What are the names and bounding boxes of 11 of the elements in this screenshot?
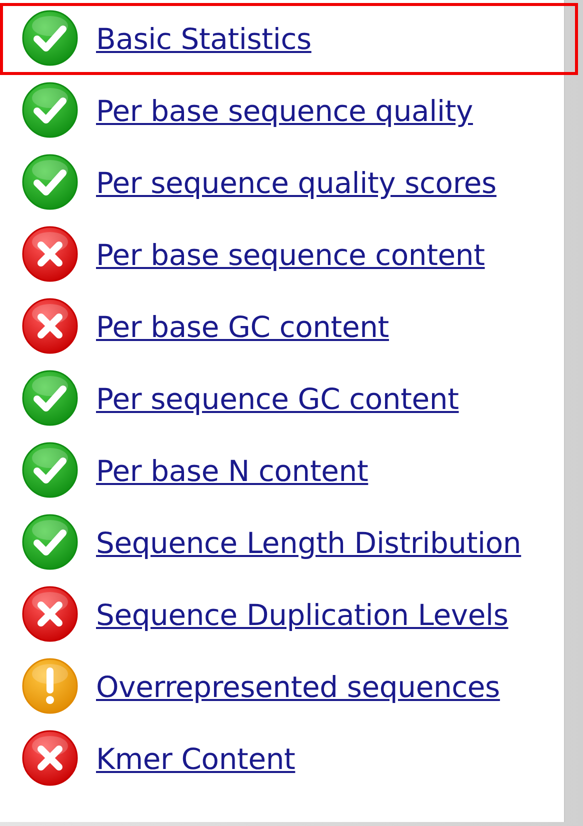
module-link[interactable]: Overrepresented sequences: [96, 670, 500, 704]
module-link[interactable]: Kmer Content: [96, 742, 296, 776]
module-link[interactable]: Per base sequence quality: [96, 94, 473, 128]
module-link[interactable]: Per base sequence content: [96, 238, 485, 272]
module-link[interactable]: Basic Statistics: [96, 22, 312, 56]
module-link[interactable]: Per sequence quality scores: [96, 166, 496, 200]
module-link[interactable]: Per base N content: [96, 454, 368, 488]
module-link[interactable]: Per sequence GC content: [96, 382, 459, 416]
module-link[interactable]: Sequence Duplication Levels: [96, 598, 508, 632]
module-link[interactable]: Sequence Length Distribution: [96, 526, 522, 560]
module-link[interactable]: Per base GC content: [96, 310, 389, 344]
